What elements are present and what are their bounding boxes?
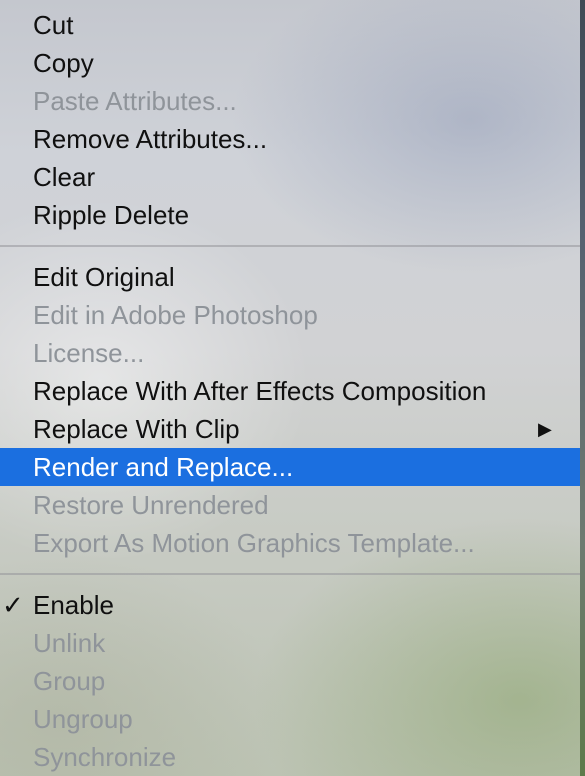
menu-item-enable[interactable]: ✓ Enable xyxy=(0,586,580,624)
menu-separator xyxy=(0,245,580,247)
menu-item-label: Cut xyxy=(33,10,74,40)
menu-item-paste-attributes: Paste Attributes... xyxy=(0,82,580,120)
menu-separator xyxy=(0,573,580,575)
menu-item-cut[interactable]: Cut xyxy=(0,6,580,44)
menu-item-label: Clear xyxy=(33,162,96,192)
menu-item-replace-with-ae-composition[interactable]: Replace With After Effects Composition xyxy=(0,372,580,410)
menu-item-label: Ripple Delete xyxy=(33,200,190,230)
menu-item-unlink: Unlink xyxy=(0,624,580,662)
menu-item-group: Group xyxy=(0,662,580,700)
menu-item-label: License... xyxy=(33,338,145,368)
menu-item-clear[interactable]: Clear xyxy=(0,158,580,196)
menu-item-label: Remove Attributes... xyxy=(33,124,268,154)
menu-item-edit-original[interactable]: Edit Original xyxy=(0,258,580,296)
menu-item-restore-unrendered: Restore Unrendered xyxy=(0,486,580,524)
menu-item-license: License... xyxy=(0,334,580,372)
checkmark-icon: ✓ xyxy=(2,590,24,620)
menu-item-export-motion-graphics-template: Export As Motion Graphics Template... xyxy=(0,524,580,562)
menu-item-label: Edit Original xyxy=(33,262,175,292)
submenu-arrow-icon: ▶ xyxy=(538,419,552,439)
menu-item-label: Group xyxy=(33,666,106,696)
context-menu: Cut Copy Paste Attributes... Remove Attr… xyxy=(0,0,580,776)
menu-item-edit-in-photoshop: Edit in Adobe Photoshop xyxy=(0,296,580,334)
menu-item-label: Ungroup xyxy=(33,704,133,734)
menu-item-synchronize: Synchronize xyxy=(0,738,580,776)
menu-item-label: Copy xyxy=(33,48,94,78)
menu-item-label: Synchronize xyxy=(33,742,177,772)
background-window-edge xyxy=(580,0,585,776)
menu-item-copy[interactable]: Copy xyxy=(0,44,580,82)
menu-item-ungroup: Ungroup xyxy=(0,700,580,738)
menu-item-render-and-replace[interactable]: Render and Replace... xyxy=(0,448,580,486)
menu-item-label: Render and Replace... xyxy=(33,452,294,482)
menu-item-label: Export As Motion Graphics Template... xyxy=(33,528,475,558)
menu-item-label: Replace With Clip xyxy=(33,414,240,444)
menu-item-ripple-delete[interactable]: Ripple Delete xyxy=(0,196,580,234)
menu-item-label: Paste Attributes... xyxy=(33,86,237,116)
menu-item-label: Edit in Adobe Photoshop xyxy=(33,300,318,330)
menu-item-label: Unlink xyxy=(33,628,106,658)
menu-item-label: Replace With After Effects Composition xyxy=(33,376,487,406)
menu-item-replace-with-clip[interactable]: Replace With Clip ▶ xyxy=(0,410,580,448)
menu-item-label: Enable xyxy=(33,590,114,620)
menu-item-remove-attributes[interactable]: Remove Attributes... xyxy=(0,120,580,158)
menu-item-label: Restore Unrendered xyxy=(33,490,269,520)
